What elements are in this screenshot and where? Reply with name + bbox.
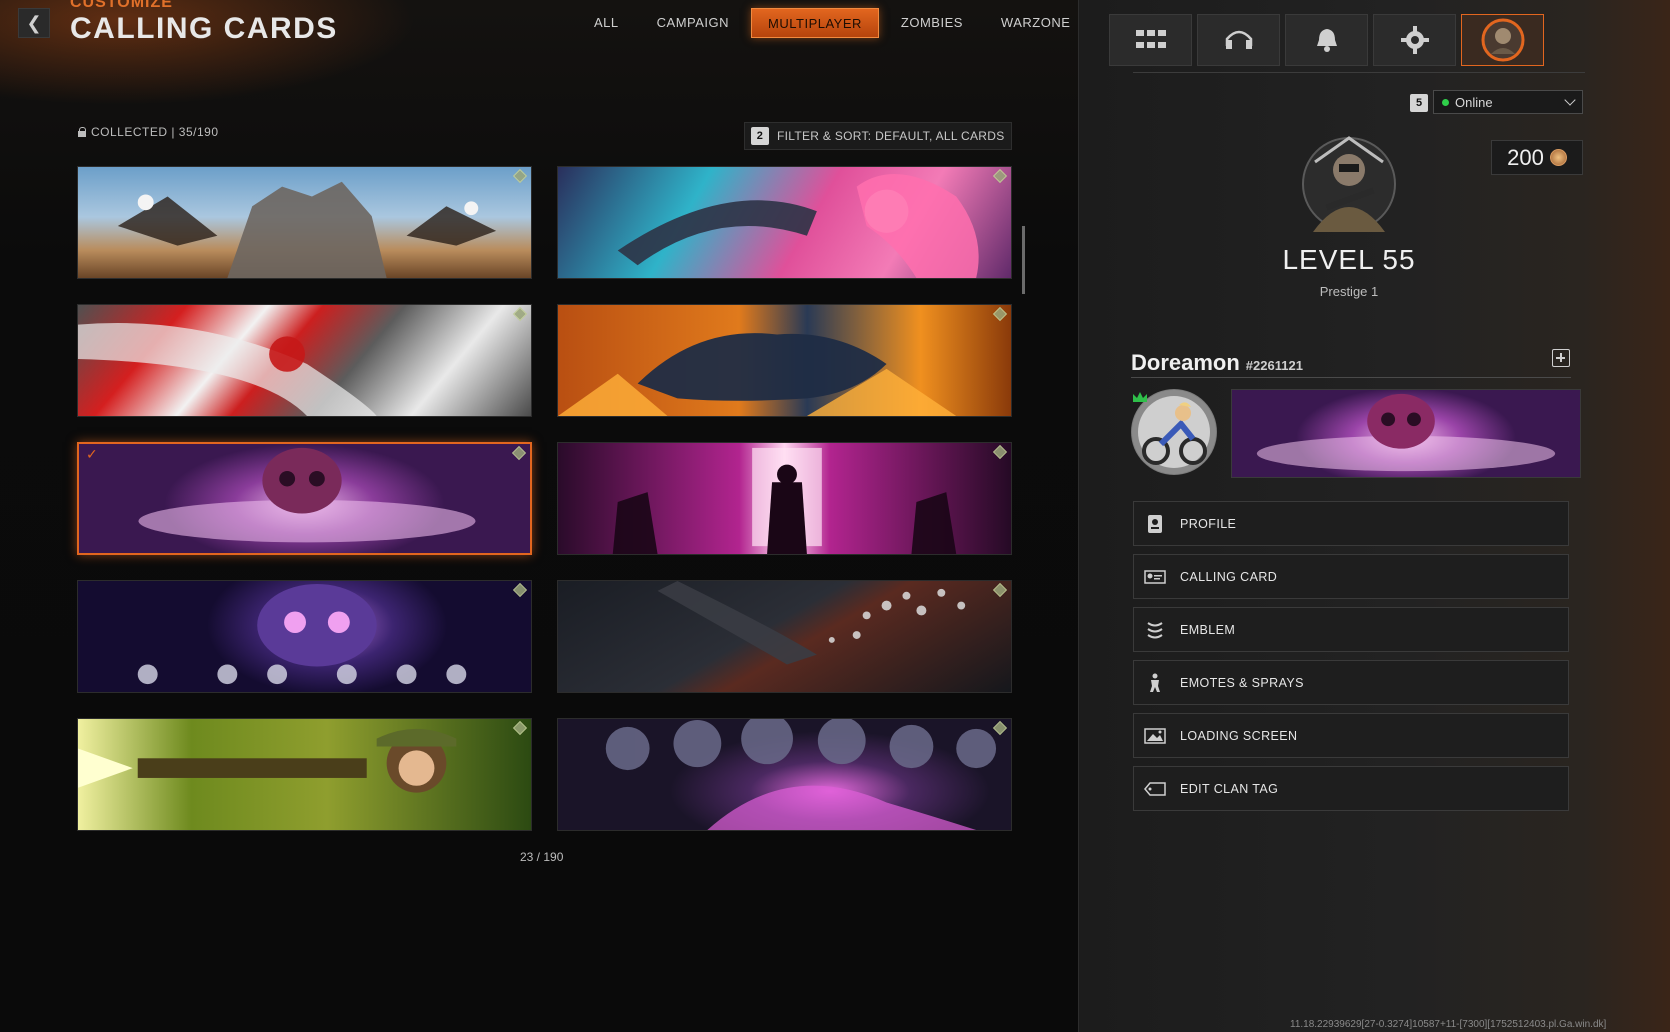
player-name: Doreamon #2261121 bbox=[1131, 350, 1303, 376]
card-art bbox=[657, 581, 966, 665]
divider bbox=[1133, 72, 1585, 73]
equipped-calling-card[interactable] bbox=[1231, 389, 1581, 478]
calling-card-melting-skull[interactable]: ✓ bbox=[77, 442, 532, 555]
cod-points-icon bbox=[1549, 149, 1567, 166]
selected-check-icon: ✓ bbox=[86, 446, 98, 462]
operator-portrait bbox=[1302, 136, 1396, 232]
collected-counter: COLLECTED | 35/190 bbox=[78, 125, 219, 139]
menu-item-label: LOADING SCREEN bbox=[1180, 728, 1298, 743]
add-friend-icon[interactable] bbox=[1552, 349, 1570, 367]
menu-item-label: CALLING CARD bbox=[1180, 569, 1278, 584]
notifications-button[interactable] bbox=[1285, 14, 1368, 66]
menu-item-label: EDIT CLAN TAG bbox=[1180, 781, 1279, 796]
filter-sort-button[interactable]: 2 FILTER & SORT: DEFAULT, ALL CARDS bbox=[744, 122, 1012, 150]
lock-icon bbox=[78, 127, 87, 137]
tab-all[interactable]: ALL bbox=[578, 8, 635, 38]
calling-card-anime-chainsaw-girl[interactable] bbox=[557, 166, 1012, 279]
profile-menu: PROFILE CALLING CARD EMBLEM EMOTES & SPR… bbox=[1133, 501, 1569, 819]
emotes-icon bbox=[1144, 672, 1166, 694]
menu-item-label: PROFILE bbox=[1180, 516, 1237, 531]
calling-card-icon bbox=[1144, 566, 1166, 588]
headset-icon bbox=[1225, 30, 1252, 49]
settings-button[interactable] bbox=[1373, 14, 1456, 66]
calling-card-monkey-with-rifle[interactable] bbox=[77, 718, 532, 831]
crown-icon bbox=[1133, 392, 1147, 402]
chevron-down-icon bbox=[1564, 94, 1576, 106]
card-art bbox=[117, 181, 497, 278]
menu-item-loading-screen[interactable]: LOADING SCREEN bbox=[1133, 713, 1569, 758]
tab-zombies[interactable]: ZOMBIES bbox=[885, 8, 979, 38]
currency-amount: 200 bbox=[1507, 144, 1544, 170]
operator-avatar-icon bbox=[1481, 18, 1524, 62]
social-button[interactable] bbox=[1197, 14, 1280, 66]
divider bbox=[1131, 377, 1571, 378]
page-title: CALLING CARDS bbox=[70, 12, 338, 45]
calling-cards-area: ❮ CUSTOMIZE CALLING CARDS ALL CAMPAIGN M… bbox=[0, 0, 1078, 1032]
back-button[interactable]: ❮ bbox=[18, 8, 50, 38]
breadcrumb: CUSTOMIZE bbox=[70, 0, 173, 11]
card-art bbox=[138, 447, 476, 543]
online-status-dropdown[interactable]: Online bbox=[1433, 90, 1583, 114]
category-tabs: ALL CAMPAIGN MULTIPLAYER ZOMBIES WARZONE bbox=[578, 8, 1092, 38]
clan-tag-icon bbox=[1144, 778, 1166, 800]
page-count: 23 / 190 bbox=[520, 850, 564, 864]
player-level: LEVEL 55 bbox=[1282, 244, 1416, 275]
cod-points-balance[interactable]: 200 bbox=[1491, 140, 1583, 175]
filter-key-badge: 2 bbox=[751, 127, 769, 145]
profile-avatar-button[interactable] bbox=[1461, 14, 1544, 66]
emblem-icon bbox=[1144, 619, 1166, 641]
calling-card-purple-skulls-pile[interactable] bbox=[557, 718, 1012, 831]
profile-panel: 5 Online 200 LEVEL 55 Prestige 1 Doreamo… bbox=[1078, 0, 1670, 1032]
online-dot-icon bbox=[1442, 98, 1449, 106]
tab-warzone[interactable]: WARZONE bbox=[985, 8, 1086, 38]
loading-screen-icon bbox=[1144, 725, 1166, 747]
tab-campaign[interactable]: CAMPAIGN bbox=[641, 8, 745, 38]
tab-multiplayer[interactable]: MULTIPLAYER bbox=[751, 8, 879, 38]
card-art bbox=[617, 174, 979, 278]
card-art bbox=[78, 323, 377, 416]
grid-scrollbar[interactable] bbox=[1022, 226, 1025, 294]
build-info-text: 11.18.22939629[27-0.3274]10587+11-[7300]… bbox=[1290, 1019, 1607, 1030]
filter-label: FILTER & SORT: DEFAULT, ALL CARDS bbox=[777, 129, 1005, 143]
card-art bbox=[137, 583, 467, 685]
bell-icon bbox=[1316, 29, 1337, 52]
menu-item-label: EMOTES & SPRAYS bbox=[1180, 675, 1304, 690]
status-label: Online bbox=[1455, 94, 1493, 110]
calling-card-samurai-red-door[interactable] bbox=[557, 442, 1012, 555]
menu-item-emblem[interactable]: EMBLEM bbox=[1133, 607, 1569, 652]
player-prestige: Prestige 1 bbox=[1319, 284, 1379, 299]
menu-item-calling-card[interactable]: CALLING CARD bbox=[1133, 554, 1569, 599]
collected-label: COLLECTED | 35/190 bbox=[91, 125, 219, 139]
menu-item-profile[interactable]: PROFILE bbox=[1133, 501, 1569, 546]
card-art bbox=[605, 719, 997, 830]
calling-card-fire-wolf[interactable] bbox=[557, 304, 1012, 417]
player-name-text: Doreamon bbox=[1131, 350, 1240, 375]
menu-item-label: EMBLEM bbox=[1180, 622, 1236, 637]
gear-icon bbox=[1400, 26, 1429, 54]
calling-card-dark-hand-rocks[interactable] bbox=[557, 580, 1012, 693]
menu-item-emotes-sprays[interactable]: EMOTES & SPRAYS bbox=[1133, 660, 1569, 705]
status-key-badge: 5 bbox=[1410, 94, 1428, 112]
menu-item-edit-clan-tag[interactable]: EDIT CLAN TAG bbox=[1133, 766, 1569, 811]
grid-icon bbox=[1135, 30, 1166, 48]
profile-icon bbox=[1144, 513, 1166, 535]
top-icon-bar bbox=[1109, 14, 1544, 66]
calling-card-purple-skull-galaxy[interactable] bbox=[77, 580, 532, 693]
card-art bbox=[612, 447, 957, 554]
calling-card-eagles-rock-golem[interactable] bbox=[77, 166, 532, 279]
card-art bbox=[78, 728, 457, 793]
menu-grid-button[interactable] bbox=[1109, 14, 1192, 66]
player-id: #2261121 bbox=[1245, 358, 1303, 373]
card-art bbox=[558, 333, 957, 416]
calling-card-red-white-blood-splash[interactable] bbox=[77, 304, 532, 417]
